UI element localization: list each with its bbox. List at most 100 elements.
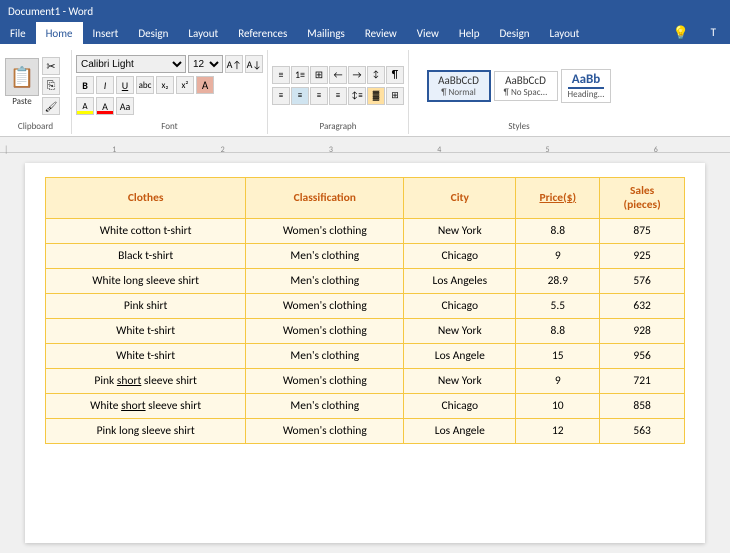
- style-normal[interactable]: AaBbCcD ¶ Normal: [427, 70, 491, 102]
- clear-format-button[interactable]: A: [196, 76, 214, 94]
- menu-layout2[interactable]: Layout: [540, 22, 590, 44]
- cell-price: 5.5: [516, 294, 600, 319]
- paste-button[interactable]: 📋 Paste: [4, 57, 40, 115]
- font-size-select[interactable]: 12: [188, 55, 223, 73]
- format-painter-button[interactable]: 🖌: [42, 97, 60, 115]
- cell-classification: Women's clothing: [246, 419, 404, 444]
- cell-city: New York: [404, 219, 516, 244]
- font-controls: Calibri Light 12 A↑ A↓ B I U abc x₂ x² A: [76, 52, 263, 120]
- font-color-button[interactable]: A: [96, 97, 114, 115]
- increase-indent-button[interactable]: →: [348, 66, 366, 84]
- text-highlight-button[interactable]: A: [76, 97, 94, 115]
- menu-extra[interactable]: T: [701, 24, 726, 41]
- table-row: White t-shirtMen's clothingLos Angele159…: [46, 344, 685, 369]
- italic-button[interactable]: I: [96, 76, 114, 94]
- menu-view[interactable]: View: [407, 22, 449, 44]
- cell-classification: Women's clothing: [246, 319, 404, 344]
- cell-clothes: White cotton t-shirt: [46, 219, 246, 244]
- justify-button[interactable]: ≡: [329, 87, 347, 105]
- document-page: Clothes Classification City Price($) Sal…: [25, 163, 705, 543]
- table-row: White cotton t-shirtWomen's clothingNew …: [46, 219, 685, 244]
- cell-classification: Men's clothing: [246, 244, 404, 269]
- cell-sales: 875: [600, 219, 685, 244]
- decrease-indent-button[interactable]: ←: [329, 66, 347, 84]
- cell-clothes: Pink long sleeve shirt: [46, 419, 246, 444]
- cell-price: 9: [516, 244, 600, 269]
- cell-sales: 928: [600, 319, 685, 344]
- menu-design2[interactable]: Design: [490, 22, 540, 44]
- paragraph-label: Paragraph: [272, 120, 404, 134]
- cell-sales: 858: [600, 394, 685, 419]
- cell-clothes: Pink shirt: [46, 294, 246, 319]
- table-row: White short sleeve shirtMen's clothingCh…: [46, 394, 685, 419]
- header-city: City: [404, 178, 516, 219]
- bold-button[interactable]: B: [76, 76, 94, 94]
- cell-sales: 632: [600, 294, 685, 319]
- align-left-button[interactable]: ≡: [272, 87, 290, 105]
- font-name-select[interactable]: Calibri Light: [76, 55, 186, 73]
- decrease-font-button[interactable]: A↓: [245, 55, 263, 73]
- cell-city: Los Angeles: [404, 269, 516, 294]
- show-marks-button[interactable]: ¶: [386, 66, 404, 84]
- menu-home[interactable]: Home: [36, 22, 83, 44]
- change-case-button[interactable]: Aa: [116, 97, 134, 115]
- clipboard-label: Clipboard: [4, 120, 67, 134]
- styles-section: AaBbCcD ¶ Normal AaBbCcD ¶ No Spac... Aa…: [409, 50, 629, 134]
- style-heading1[interactable]: AaBb Heading...: [561, 69, 612, 103]
- styles-label: Styles: [413, 120, 625, 134]
- menu-help[interactable]: Help: [449, 22, 490, 44]
- multilevel-button[interactable]: ⊞: [310, 66, 328, 84]
- bullets-button[interactable]: ≡: [272, 66, 290, 84]
- cell-sales: 721: [600, 369, 685, 394]
- sort-button[interactable]: ↕: [367, 66, 385, 84]
- cell-city: New York: [404, 319, 516, 344]
- numbering-button[interactable]: 1≡: [291, 66, 309, 84]
- cell-city: Chicago: [404, 394, 516, 419]
- cell-classification: Women's clothing: [246, 369, 404, 394]
- font-section: Calibri Light 12 A↑ A↓ B I U abc x₂ x² A: [72, 50, 268, 134]
- shading-button[interactable]: ▓: [367, 87, 385, 105]
- cell-classification: Women's clothing: [246, 219, 404, 244]
- increase-font-button[interactable]: A↑: [225, 55, 243, 73]
- title-text: Document1 - Word: [8, 5, 93, 18]
- style-nospace[interactable]: AaBbCcD ¶ No Spac...: [494, 71, 558, 101]
- document-area: Clothes Classification City Price($) Sal…: [0, 153, 730, 553]
- superscript-button[interactable]: x²: [176, 76, 194, 94]
- subscript-button[interactable]: x₂: [156, 76, 174, 94]
- menu-insert[interactable]: Insert: [83, 22, 129, 44]
- menu-references[interactable]: References: [228, 22, 297, 44]
- strikethrough-button[interactable]: abc: [136, 76, 154, 94]
- header-price: Price($): [516, 178, 600, 219]
- menu-review[interactable]: Review: [355, 22, 407, 44]
- align-right-button[interactable]: ≡: [310, 87, 328, 105]
- cell-classification: Women's clothing: [246, 294, 404, 319]
- align-center-button[interactable]: ≡: [291, 87, 309, 105]
- cell-clothes: Pink short sleeve shirt: [46, 369, 246, 394]
- cell-city: Los Angele: [404, 344, 516, 369]
- menu-layout[interactable]: Layout: [178, 22, 228, 44]
- line-spacing-button[interactable]: ↕≡: [348, 87, 366, 105]
- menu-design[interactable]: Design: [128, 22, 178, 44]
- cell-clothes: White short sleeve shirt: [46, 394, 246, 419]
- cell-price: 10: [516, 394, 600, 419]
- paragraph-section: ≡ 1≡ ⊞ ← → ↕ ¶ ≡ ≡ ≡ ≡ ↕≡ ▓ ⊞: [268, 50, 409, 134]
- copy-button[interactable]: ⎘: [42, 77, 60, 95]
- table-row: Pink long sleeve shirtWomen's clothingLo…: [46, 419, 685, 444]
- cut-button[interactable]: ✂: [42, 57, 60, 75]
- ribbon: 📋 Paste ✂ ⎘ 🖌 Clipboard Calibri Light: [0, 44, 730, 137]
- cell-classification: Men's clothing: [246, 269, 404, 294]
- table-row: White t-shirtWomen's clothingNew York8.8…: [46, 319, 685, 344]
- table-row: Black t-shirtMen's clothingChicago9925: [46, 244, 685, 269]
- header-sales: Sales(pieces): [600, 178, 685, 219]
- cell-clothes: White long sleeve shirt: [46, 269, 246, 294]
- font-label: Font: [76, 120, 263, 134]
- clipboard-controls: 📋 Paste ✂ ⎘ 🖌: [4, 52, 67, 120]
- menu-light-icon[interactable]: 💡: [662, 24, 698, 43]
- header-clothes: Clothes: [46, 178, 246, 219]
- cell-price: 12: [516, 419, 600, 444]
- menu-file[interactable]: File: [0, 22, 36, 44]
- menu-mailings[interactable]: Mailings: [297, 22, 355, 44]
- borders-button[interactable]: ⊞: [386, 87, 404, 105]
- underline-button[interactable]: U: [116, 76, 134, 94]
- cell-price: 28.9: [516, 269, 600, 294]
